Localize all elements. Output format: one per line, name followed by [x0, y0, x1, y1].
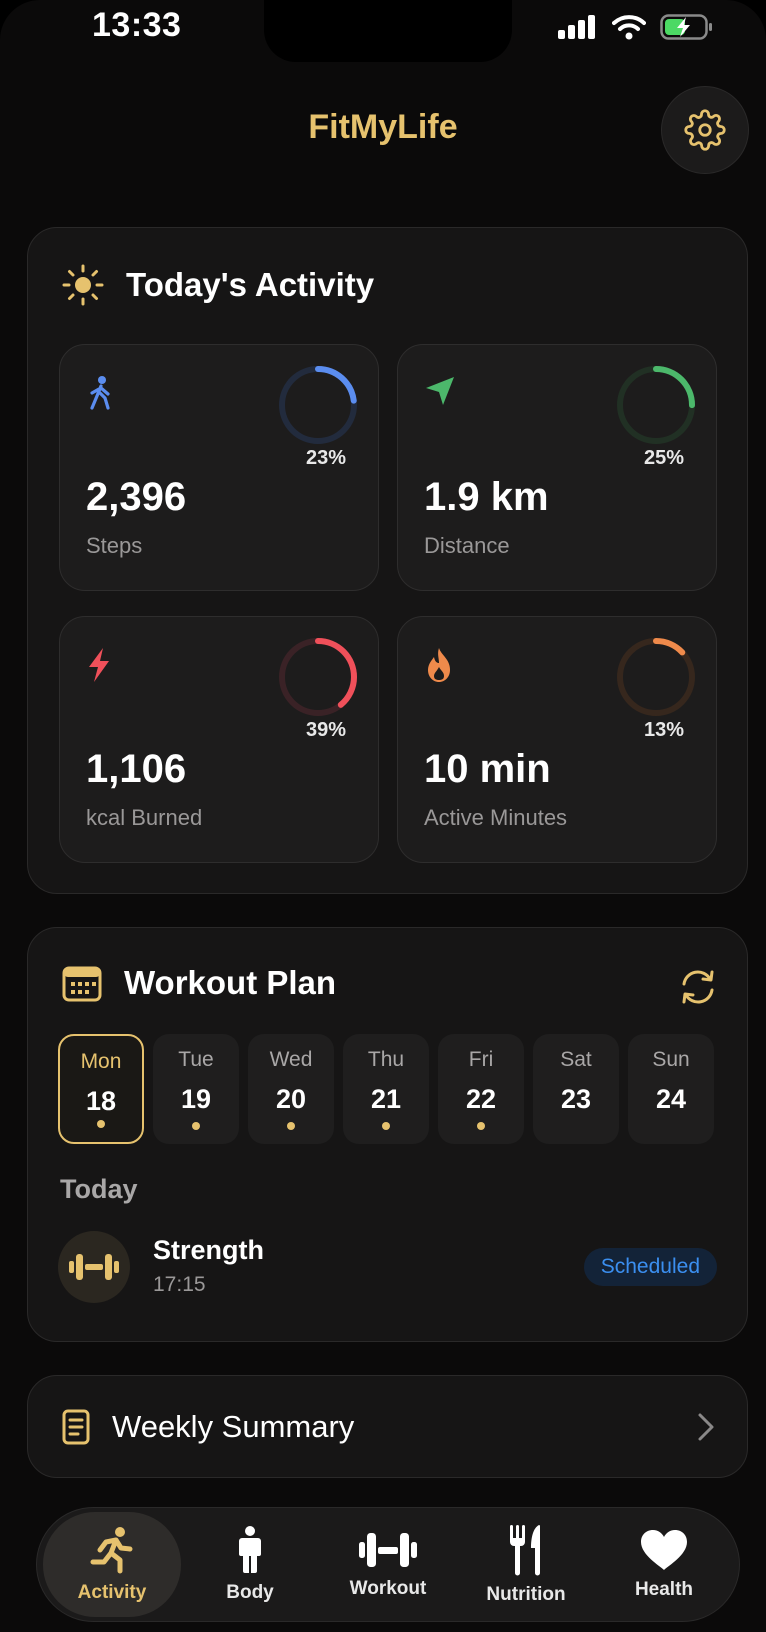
active-minutes-progress-ring [617, 638, 695, 716]
app-title: FitMyLife [308, 108, 458, 146]
distance-value: 1.9 km [424, 475, 549, 519]
workout-name: Strength [153, 1235, 264, 1265]
weekly-summary-label: Weekly Summary [112, 1408, 355, 1444]
steps-label: Steps [86, 533, 143, 558]
week-day-selector: Mon 18 Tue 19 Wed 20 Thu 21 Fri 22 Sat 2… [58, 1034, 714, 1144]
day-mon[interactable]: Mon 18 [58, 1034, 144, 1144]
day-thu[interactable]: Thu 21 [343, 1034, 429, 1144]
tab-label: Health [634, 1578, 694, 1600]
battery-charging-icon [660, 14, 712, 40]
calories-label: kcal Burned [86, 805, 203, 830]
tab-label: Activity [77, 1581, 147, 1603]
dumbbell-icon [359, 1532, 417, 1567]
flame-icon [428, 648, 450, 682]
weekly-summary-row[interactable]: Weekly Summary [27, 1375, 748, 1478]
calendar-icon [62, 966, 102, 1002]
status-badge: Scheduled [583, 1248, 717, 1286]
distance-tile[interactable]: 25% 1.9 km Distance [397, 344, 717, 591]
tab-label: Workout [349, 1577, 427, 1599]
wifi-icon [612, 15, 646, 40]
calories-value: 1,106 [86, 747, 187, 791]
day-sun[interactable]: Sun 24 [628, 1034, 714, 1144]
tab-nutrition[interactable]: Nutrition [457, 1512, 595, 1617]
active-minutes-label: Active Minutes [424, 805, 568, 830]
workout-plan-card: Workout Plan Mon 18 Tue 19 Wed 20 Thu 21… [27, 927, 748, 1342]
tab-body[interactable]: Body [181, 1512, 319, 1617]
active-minutes-percent: 13% [643, 719, 684, 741]
calories-tile[interactable]: 39% 1,106 kcal Burned [59, 616, 379, 863]
active-minutes-tile[interactable]: 13% 10 min Active Minutes [397, 616, 717, 863]
workout-dot [192, 1122, 200, 1130]
distance-progress-ring [617, 366, 695, 444]
workout-dot [97, 1120, 105, 1128]
settings-button[interactable] [661, 86, 749, 174]
calories-progress-ring [279, 638, 357, 716]
dumbbell-icon [69, 1254, 119, 1280]
workout-dot [477, 1122, 485, 1130]
distance-percent: 25% [643, 447, 684, 469]
distance-label: Distance [424, 533, 510, 558]
steps-progress-ring [279, 366, 357, 444]
card-title: Workout Plan [124, 964, 337, 1001]
workout-avatar [58, 1231, 130, 1303]
day-sat[interactable]: Sat 23 [533, 1034, 619, 1144]
refresh-icon[interactable] [679, 968, 717, 1006]
day-fri[interactable]: Fri 22 [438, 1034, 524, 1144]
fork-knife-icon [510, 1524, 540, 1575]
workout-item[interactable]: Strength 17:15 Scheduled [58, 1231, 717, 1303]
person-icon [239, 1525, 261, 1573]
tab-workout[interactable]: Workout [319, 1512, 457, 1617]
calories-percent: 39% [305, 719, 346, 741]
location-arrow-icon [426, 377, 454, 405]
workout-dot [287, 1122, 295, 1130]
day-wed[interactable]: Wed 20 [248, 1034, 334, 1144]
steps-percent: 23% [305, 447, 346, 469]
chevron-right-icon [698, 1413, 714, 1440]
heart-icon [641, 1529, 687, 1570]
lightning-icon [89, 648, 109, 682]
steps-value: 2,396 [86, 475, 187, 519]
status-bar: 13:33 [0, 0, 766, 62]
cellular-signal-icon [558, 15, 595, 39]
active-minutes-value: 10 min [424, 747, 551, 791]
workout-time: 17:15 [153, 1273, 206, 1296]
steps-tile[interactable]: 23% 2,396 Steps [59, 344, 379, 591]
tab-health[interactable]: Health [595, 1512, 733, 1617]
tab-label: Nutrition [486, 1583, 566, 1605]
document-icon [62, 1409, 90, 1444]
status-time: 13:33 [92, 6, 182, 44]
sun-icon [62, 264, 104, 306]
tab-bar: Activity Body Workout Nutrition Health [36, 1507, 740, 1622]
running-icon [90, 1526, 133, 1573]
dynamic-island [264, 0, 512, 62]
tab-activity[interactable]: Activity [43, 1512, 181, 1617]
gear-icon [684, 109, 726, 151]
today-label: Today [60, 1174, 138, 1204]
tab-label: Body [226, 1581, 274, 1603]
day-tue[interactable]: Tue 19 [153, 1034, 239, 1144]
todays-activity-card: Today's Activity 23% 2,396 Steps 25% 1.9… [27, 227, 748, 894]
app-screen: 13:33 FitMyLife Today's Activity 23% 2,3… [0, 0, 766, 1632]
card-title: Today's Activity [126, 266, 375, 303]
walking-icon [90, 376, 110, 410]
workout-dot [382, 1122, 390, 1130]
